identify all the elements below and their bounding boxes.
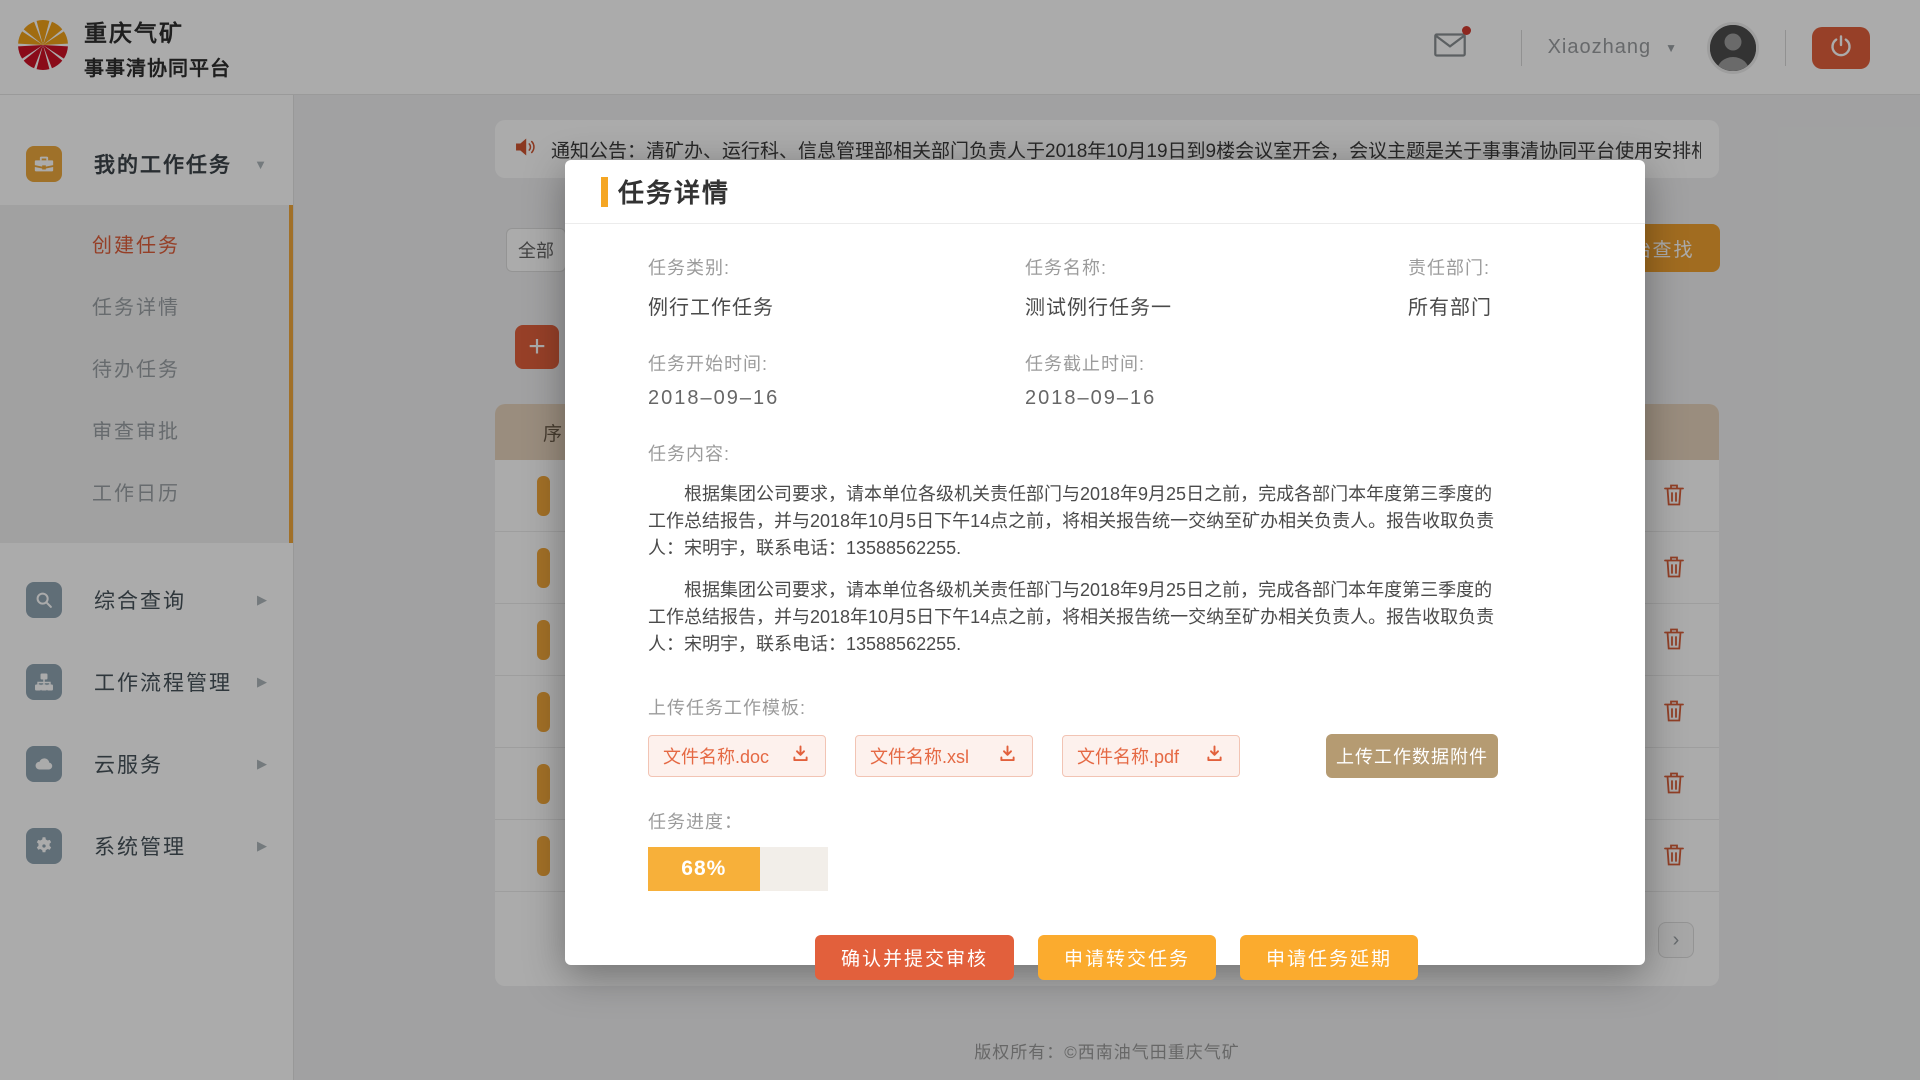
task-detail-modal: 任务详情 任务类别: 例行工作任务 任务名称: 测试例行任务一 责任部门: 所有… (565, 160, 1645, 965)
progress-label: 任务进度： (648, 808, 1585, 834)
field-label-department: 责任部门: (1408, 254, 1585, 280)
file-chip-xsl[interactable]: 文件名称.xsl (855, 735, 1033, 777)
transfer-task-button[interactable]: 申请转交任务 (1038, 935, 1216, 980)
delay-task-button[interactable]: 申请任务延期 (1240, 935, 1418, 980)
title-accent-bar (601, 177, 608, 207)
field-label-start-date: 任务开始时间: (648, 350, 1025, 376)
modal-header: 任务详情 (565, 160, 1645, 224)
download-icon (1204, 743, 1225, 769)
field-value-task-name: 测试例行任务一 (1025, 291, 1408, 320)
template-upload-label: 上传任务工作模板: (648, 694, 1585, 720)
field-label-task-name: 任务名称: (1025, 254, 1408, 280)
field-value-department: 所有部门 (1408, 291, 1585, 320)
progress-bar: 68% (648, 847, 828, 891)
progress-fill: 68% (648, 847, 760, 891)
field-label-category: 任务类别: (648, 254, 1025, 280)
file-name: 文件名称.xsl (870, 743, 969, 769)
download-icon (997, 743, 1018, 769)
field-value-category: 例行工作任务 (648, 291, 1025, 320)
task-content-paragraph: 根据集团公司要求，请本单位各级机关责任部门与2018年9月25日之前，完成各部门… (648, 481, 1508, 562)
field-value-end-date: 2018–09–16 (1025, 387, 1408, 410)
field-value-start-date: 2018–09–16 (648, 387, 1025, 410)
file-chip-doc[interactable]: 文件名称.doc (648, 735, 826, 777)
confirm-submit-button[interactable]: 确认并提交审核 (815, 935, 1014, 980)
task-content-paragraph: 根据集团公司要求，请本单位各级机关责任部门与2018年9月25日之前，完成各部门… (648, 577, 1508, 658)
modal-title: 任务详情 (618, 173, 730, 210)
file-name: 文件名称.pdf (1077, 743, 1179, 769)
download-icon (790, 743, 811, 769)
field-label-end-date: 任务截止时间: (1025, 350, 1408, 376)
file-name: 文件名称.doc (663, 743, 769, 769)
upload-attachment-button[interactable]: 上传工作数据附件 (1326, 734, 1498, 778)
file-chip-pdf[interactable]: 文件名称.pdf (1062, 735, 1240, 777)
task-content-label: 任务内容: (648, 440, 1585, 466)
